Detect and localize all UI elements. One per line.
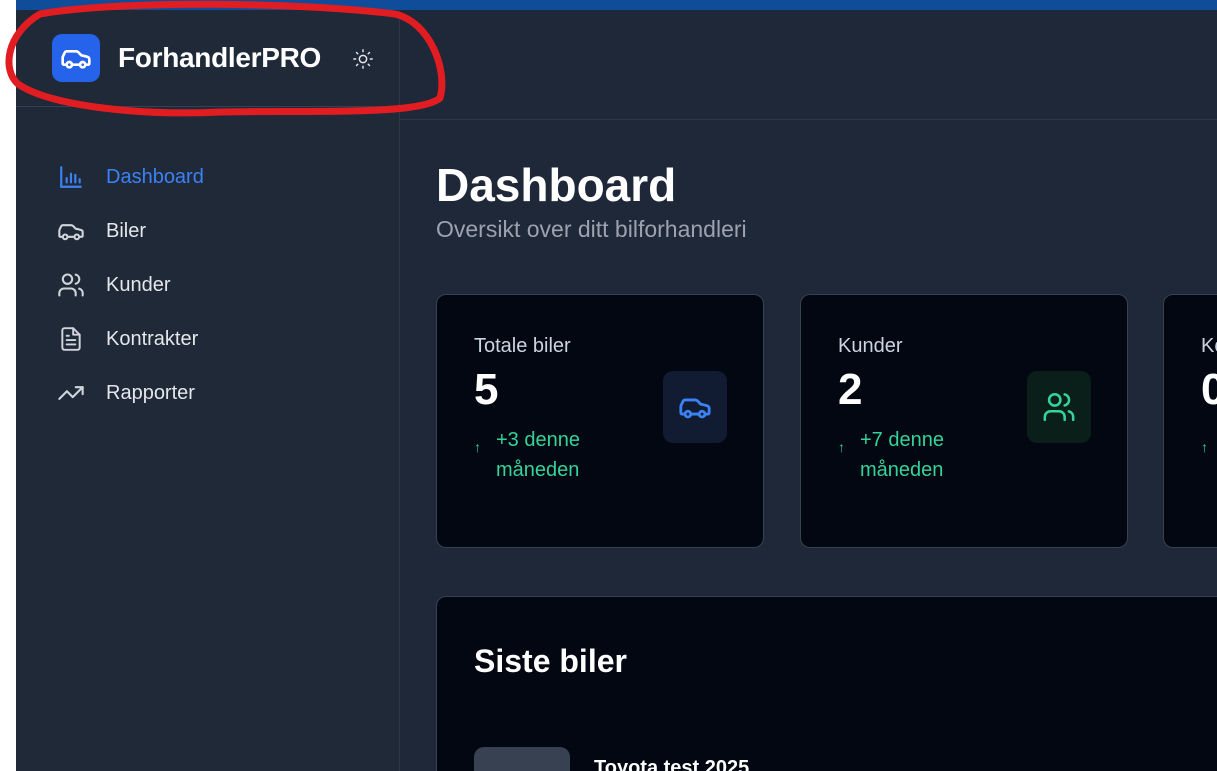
car-icon [61, 49, 91, 69]
stat-value: 0 [1201, 365, 1217, 414]
stat-trend: ↑ [1201, 425, 1217, 455]
sidebar-item-label: Rapporter [106, 381, 195, 404]
users-icon [1043, 392, 1075, 422]
stat-label: Ko [1201, 335, 1217, 357]
brand-logo[interactable] [52, 34, 100, 82]
bar-chart-icon [56, 162, 86, 192]
page-subtitle: Oversikt over ditt bilforhandleri [436, 216, 747, 242]
users-icon [56, 270, 86, 300]
top-header [400, 10, 1217, 120]
sidebar: ForhandlerPRO Dashboard Biler Kunder Kon… [16, 10, 400, 771]
arrow-up-icon: ↑ [474, 439, 481, 455]
sidebar-nav: Dashboard Biler Kunder Kontrakter Rappor… [56, 150, 376, 420]
recent-cars-title: Siste biler [474, 643, 627, 679]
sidebar-item-biler[interactable]: Biler [56, 204, 376, 258]
stat-value: 5 [474, 365, 499, 414]
stat-card-partial: Ko 0 ↑ [1163, 294, 1217, 548]
trending-up-icon [56, 378, 86, 408]
car-thumbnail[interactable] [474, 747, 570, 771]
sun-icon [353, 49, 373, 69]
sidebar-item-label: Kunder [106, 273, 171, 296]
stat-icon-box [1027, 371, 1091, 443]
window-edge [0, 0, 16, 771]
sidebar-item-kunder[interactable]: Kunder [56, 258, 376, 312]
car-icon [56, 216, 86, 246]
stat-label: Totale biler [474, 335, 571, 357]
recent-cars-card: Siste biler Toyota test 2025 [436, 596, 1217, 771]
sidebar-item-label: Biler [106, 219, 147, 242]
recent-car-name[interactable]: Toyota test 2025 [594, 757, 749, 771]
stat-trend: ↑ +3 denne måneden [474, 425, 636, 485]
stat-trend: ↑ +7 denne måneden [838, 425, 1000, 485]
arrow-up-icon: ↑ [838, 439, 845, 455]
main-content: Dashboard Oversikt over ditt bilforhandl… [400, 120, 1217, 771]
car-icon [679, 398, 711, 419]
stat-icon-box [663, 371, 727, 443]
brand-header: ForhandlerPRO [16, 10, 400, 107]
sidebar-item-kontrakter[interactable]: Kontrakter [56, 312, 376, 366]
sidebar-item-label: Kontrakter [106, 327, 199, 350]
stat-card-customers: Kunder 2 ↑ +7 denne måneden [800, 294, 1128, 548]
stat-card-total-cars: Totale biler 5 ↑ +3 denne måneden [436, 294, 764, 548]
page-title: Dashboard [436, 159, 677, 211]
stat-value: 2 [838, 365, 863, 414]
stat-label: Kunder [838, 335, 903, 357]
sidebar-item-label: Dashboard [106, 165, 204, 188]
stat-trend-text: +3 denne måneden [496, 429, 580, 481]
brand-name: ForhandlerPRO [118, 42, 322, 73]
stat-trend-text: +7 denne måneden [860, 429, 944, 481]
browser-top-bar [16, 0, 1217, 10]
file-text-icon [56, 324, 86, 354]
theme-toggle-button[interactable] [352, 48, 374, 70]
sidebar-item-dashboard[interactable]: Dashboard [56, 150, 376, 204]
sidebar-item-rapporter[interactable]: Rapporter [56, 366, 376, 420]
arrow-up-icon: ↑ [1201, 439, 1208, 455]
